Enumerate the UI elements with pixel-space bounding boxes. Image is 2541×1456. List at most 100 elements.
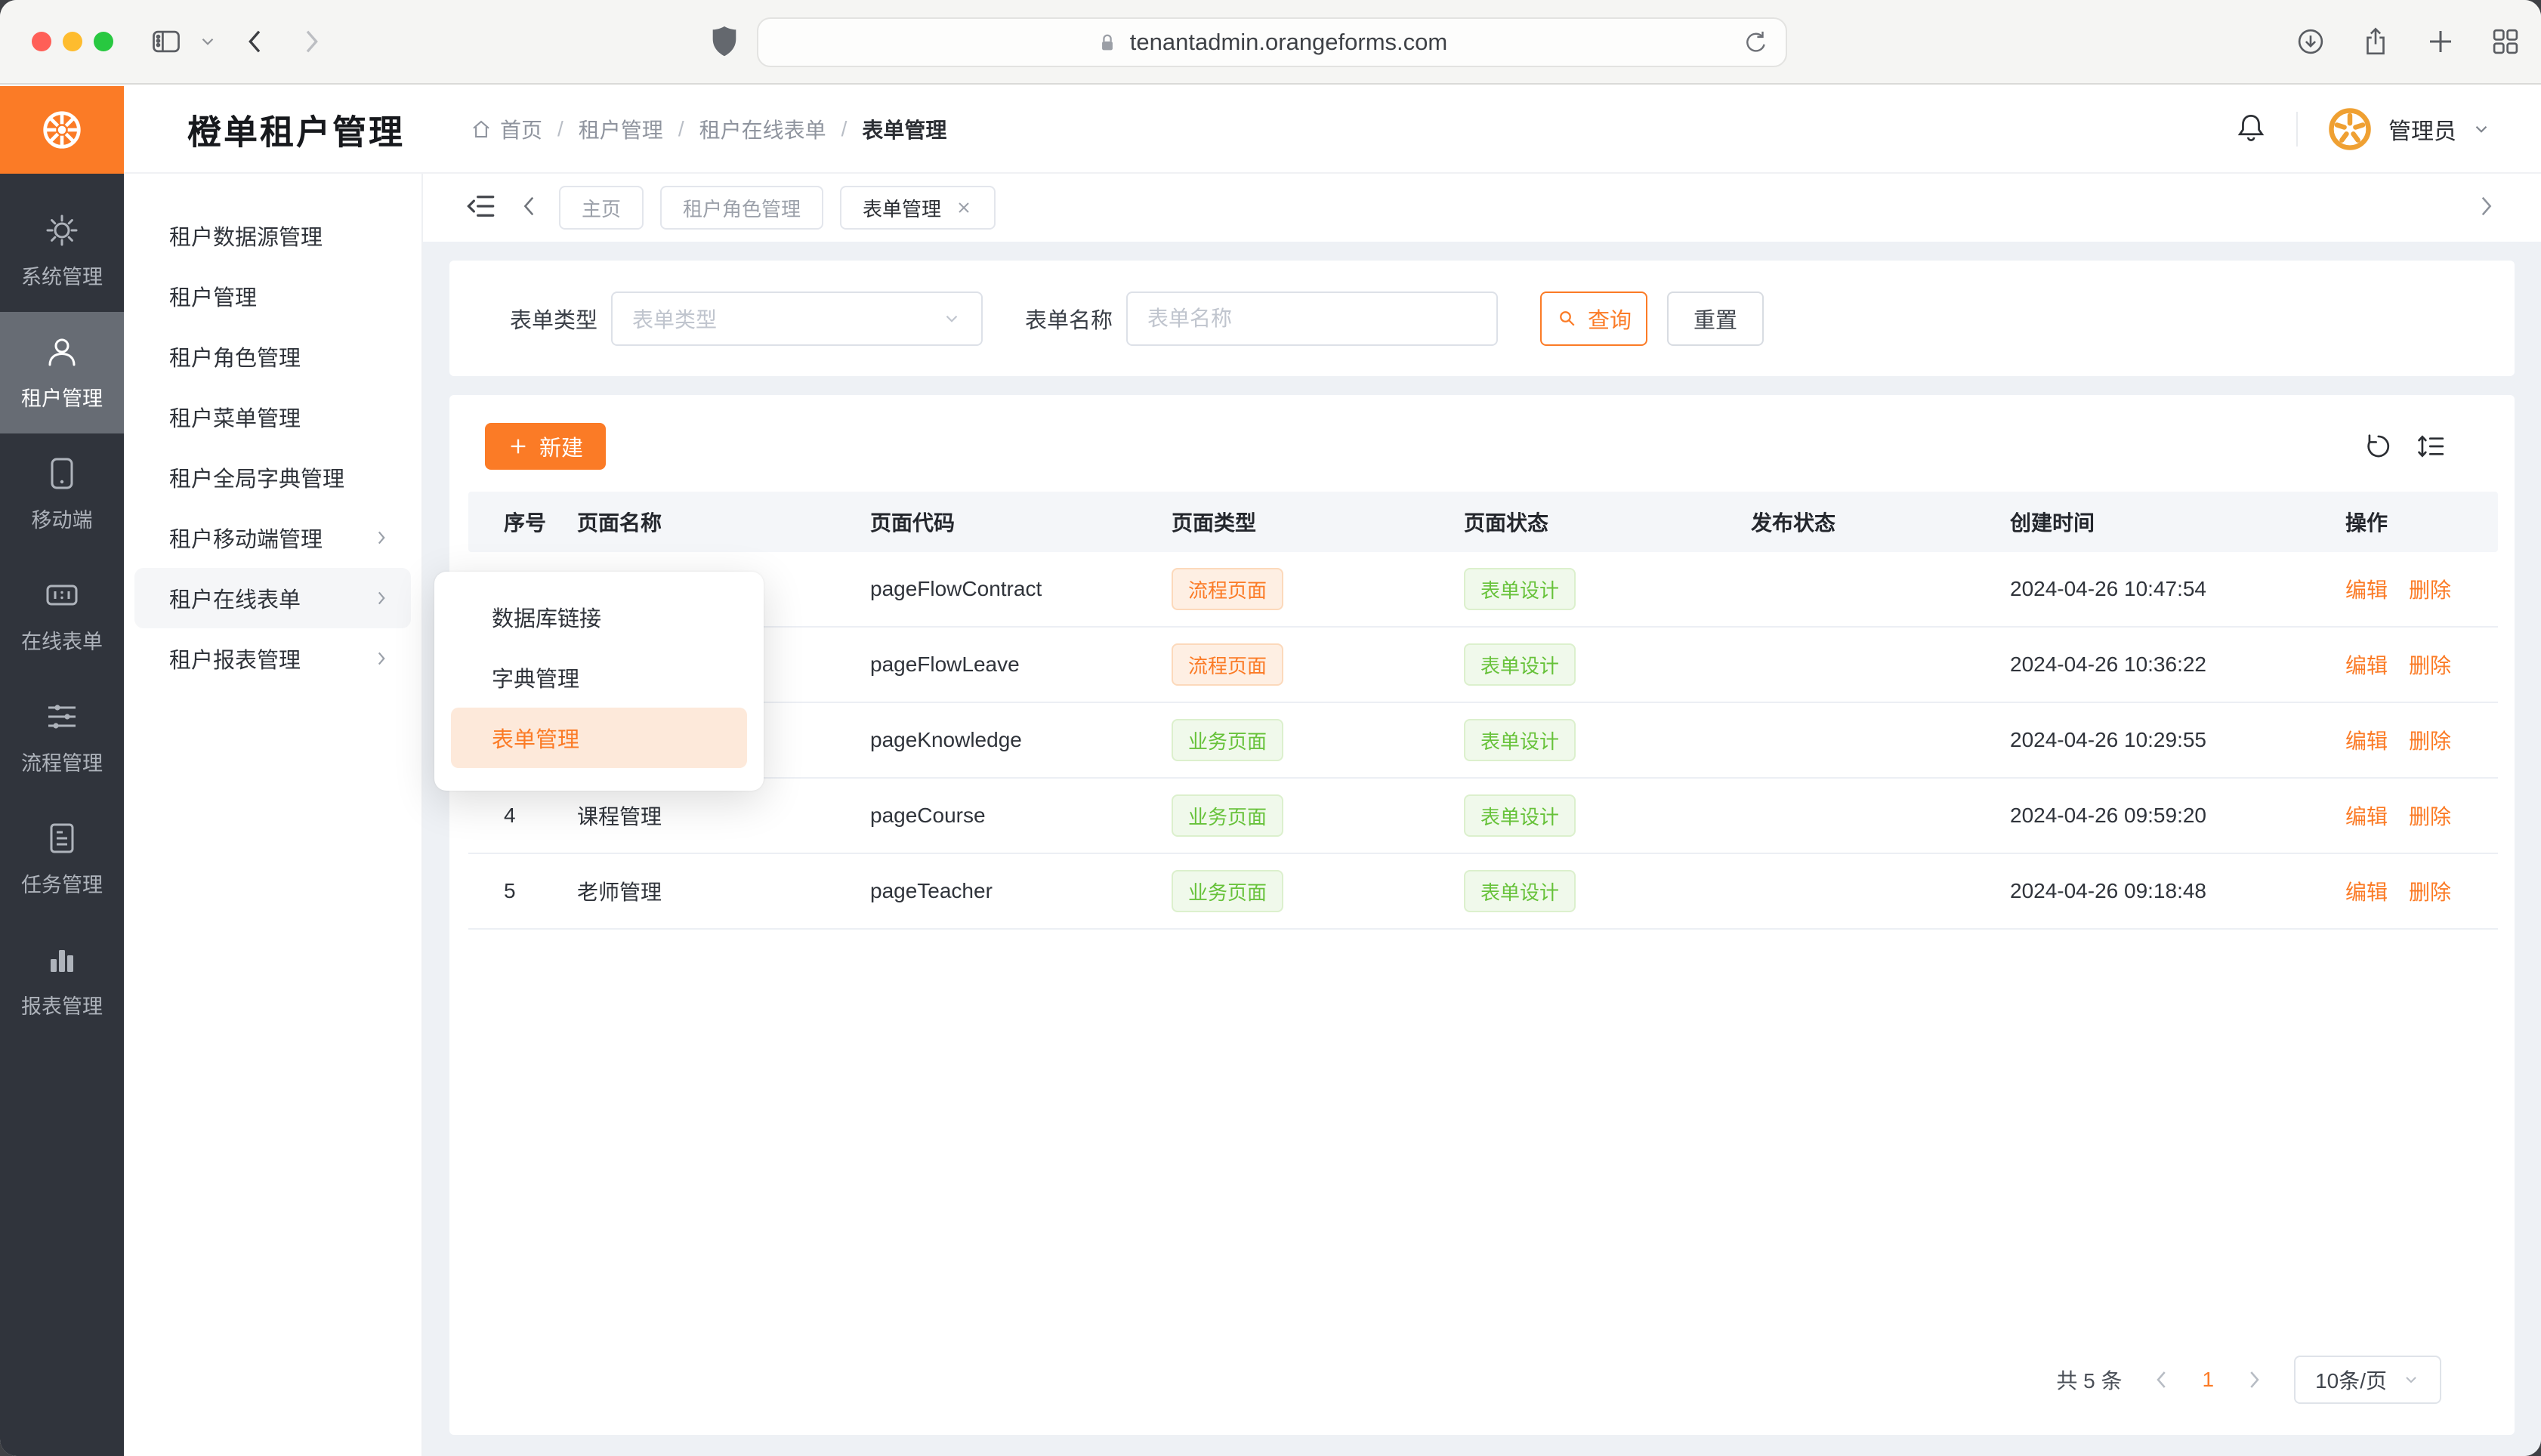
tab-form-mgmt[interactable]: 表单管理 bbox=[840, 186, 996, 230]
sidebar-item-online-form[interactable]: 租户在线表单 bbox=[134, 568, 411, 628]
breadcrumb-home[interactable]: 首页 bbox=[470, 114, 542, 144]
status-tag: 表单设计 bbox=[1464, 870, 1576, 912]
sidebar-item-mobile-mgmt[interactable]: 租户移动端管理 bbox=[124, 507, 421, 568]
sidebar-item-menu[interactable]: 租户菜单管理 bbox=[124, 387, 421, 447]
user-menu[interactable]: 管理员 bbox=[2326, 106, 2491, 153]
rail-item-system[interactable]: 系统管理 bbox=[0, 190, 124, 312]
create-button[interactable]: 新建 bbox=[485, 423, 606, 470]
breadcrumb-separator: / bbox=[557, 117, 563, 141]
cell-name: 课程管理 bbox=[577, 800, 870, 831]
back-button[interactable] bbox=[240, 26, 270, 57]
search-button[interactable]: 查询 bbox=[1540, 292, 1647, 346]
page-title: 橙单租户管理 bbox=[187, 105, 405, 154]
downloads-icon[interactable] bbox=[2295, 26, 2326, 57]
reset-button[interactable]: 重置 bbox=[1667, 292, 1764, 346]
table-row: pageFlowContract 流程页面 表单设计 2024-04-26 10… bbox=[468, 552, 2498, 628]
chevron-down-icon bbox=[942, 309, 962, 329]
prev-page-icon[interactable] bbox=[2150, 1368, 2173, 1391]
rail-item-tenant[interactable]: 租户管理 bbox=[0, 312, 124, 433]
cell-name: 老师管理 bbox=[577, 876, 870, 906]
collapse-menu-icon[interactable] bbox=[465, 190, 497, 226]
cell-created: 2024-04-26 10:36:22 bbox=[2010, 652, 2345, 677]
edit-link[interactable]: 编辑 bbox=[2345, 649, 2388, 680]
breadcrumb-item[interactable]: 租户管理 bbox=[579, 114, 663, 144]
breadcrumb-current: 表单管理 bbox=[862, 114, 946, 144]
table-header-row: 序号 页面名称 页面代码 页面类型 页面状态 发布状态 创建时间 操作 bbox=[468, 492, 2498, 552]
breadcrumb-item[interactable]: 租户在线表单 bbox=[699, 114, 826, 144]
cell-index: 5 bbox=[504, 879, 577, 903]
edit-link[interactable]: 编辑 bbox=[2345, 574, 2388, 604]
chevron-down-icon bbox=[2472, 119, 2491, 139]
notifications-bell-icon[interactable] bbox=[2234, 111, 2268, 148]
close-window-button[interactable] bbox=[32, 32, 51, 51]
new-tab-icon[interactable] bbox=[2425, 26, 2456, 57]
lock-icon bbox=[1097, 31, 1118, 54]
edit-link[interactable]: 编辑 bbox=[2345, 725, 2388, 755]
tabs-scroll-left-icon[interactable] bbox=[517, 193, 542, 223]
delete-link[interactable]: 删除 bbox=[2409, 649, 2451, 680]
type-tag: 业务页面 bbox=[1172, 794, 1283, 837]
task-document-icon bbox=[44, 820, 80, 856]
forward-button[interactable] bbox=[296, 26, 326, 57]
sidebar-item-tenant[interactable]: 租户管理 bbox=[124, 266, 421, 326]
sidebar-item-dict[interactable]: 租户全局字典管理 bbox=[124, 447, 421, 507]
col-page-code: 页面代码 bbox=[870, 507, 1172, 537]
cell-code: pageFlowLeave bbox=[870, 652, 1172, 677]
form-icon bbox=[44, 577, 80, 613]
tabs-scroll-right-icon[interactable] bbox=[2473, 193, 2499, 223]
rail-item-report[interactable]: 报表管理 bbox=[0, 920, 124, 1041]
rail-item-online-form[interactable]: 在线表单 bbox=[0, 555, 124, 677]
next-page-icon[interactable] bbox=[2243, 1368, 2265, 1391]
form-type-select[interactable]: 表单类型 bbox=[611, 292, 983, 346]
delete-link[interactable]: 删除 bbox=[2409, 725, 2451, 755]
tab-tenant-role[interactable]: 租户角色管理 bbox=[660, 186, 823, 230]
browser-actions bbox=[2295, 26, 2521, 57]
search-icon bbox=[1556, 307, 1579, 330]
tab-bar: 主页 租户角色管理 表单管理 bbox=[423, 174, 2541, 242]
zoom-window-button[interactable] bbox=[94, 32, 113, 51]
reload-icon[interactable] bbox=[1743, 29, 1769, 55]
chevron-right-icon bbox=[372, 588, 391, 608]
toolbar-chevron-down-icon[interactable] bbox=[198, 32, 218, 51]
edit-link[interactable]: 编辑 bbox=[2345, 876, 2388, 906]
breadcrumb-separator: / bbox=[841, 117, 848, 141]
rail-item-mobile[interactable]: 移动端 bbox=[0, 433, 124, 555]
submenu-item-db-link[interactable]: 数据库链接 bbox=[434, 587, 764, 647]
home-icon bbox=[470, 118, 492, 140]
tab-overview-icon[interactable] bbox=[2490, 26, 2521, 57]
page-number[interactable]: 1 bbox=[2202, 1368, 2214, 1392]
chevron-down-icon bbox=[2402, 1371, 2420, 1389]
form-type-label: 表单类型 bbox=[510, 303, 597, 335]
page-size-select[interactable]: 10条/页 bbox=[2294, 1356, 2441, 1404]
filter-panel: 表单类型 表单类型 表单名称 查询 重置 bbox=[449, 261, 2515, 376]
cell-code: pageCourse bbox=[870, 804, 1172, 828]
privacy-shield-icon[interactable] bbox=[709, 24, 740, 59]
delete-link[interactable]: 删除 bbox=[2409, 876, 2451, 906]
orange-logo-icon bbox=[34, 102, 90, 158]
address-bar[interactable]: tenantadmin.orangeforms.com bbox=[757, 17, 1787, 67]
minimize-window-button[interactable] bbox=[63, 32, 82, 51]
browser-toolbar: tenantadmin.orangeforms.com bbox=[0, 0, 2541, 85]
refresh-icon[interactable] bbox=[2363, 432, 2392, 461]
cell-index: 4 bbox=[504, 804, 577, 828]
gear-icon bbox=[44, 212, 80, 248]
tab-home[interactable]: 主页 bbox=[559, 186, 644, 230]
edit-link[interactable]: 编辑 bbox=[2345, 800, 2388, 831]
delete-link[interactable]: 删除 bbox=[2409, 800, 2451, 831]
row-density-icon[interactable] bbox=[2416, 432, 2445, 461]
sidebar-item-report-mgmt[interactable]: 租户报表管理 bbox=[124, 628, 421, 689]
form-name-input[interactable] bbox=[1126, 292, 1498, 346]
sidebar-item-datasource[interactable]: 租户数据源管理 bbox=[124, 205, 421, 266]
submenu-item-dict[interactable]: 字典管理 bbox=[434, 647, 764, 708]
submenu-item-form-mgmt[interactable]: 表单管理 bbox=[451, 708, 747, 768]
sidebar-item-role[interactable]: 租户角色管理 bbox=[124, 326, 421, 387]
share-icon[interactable] bbox=[2360, 26, 2391, 57]
delete-link[interactable]: 删除 bbox=[2409, 574, 2451, 604]
rail-item-flow[interactable]: 流程管理 bbox=[0, 677, 124, 798]
col-created: 创建时间 bbox=[2010, 507, 2345, 537]
rail-item-task[interactable]: 任务管理 bbox=[0, 798, 124, 920]
sidebar-toggle-icon[interactable] bbox=[150, 25, 183, 58]
table-row: pageKnowledge 业务页面 表单设计 2024-04-26 10:29… bbox=[468, 703, 2498, 779]
header-divider bbox=[2296, 112, 2298, 147]
close-tab-icon[interactable] bbox=[955, 199, 973, 217]
